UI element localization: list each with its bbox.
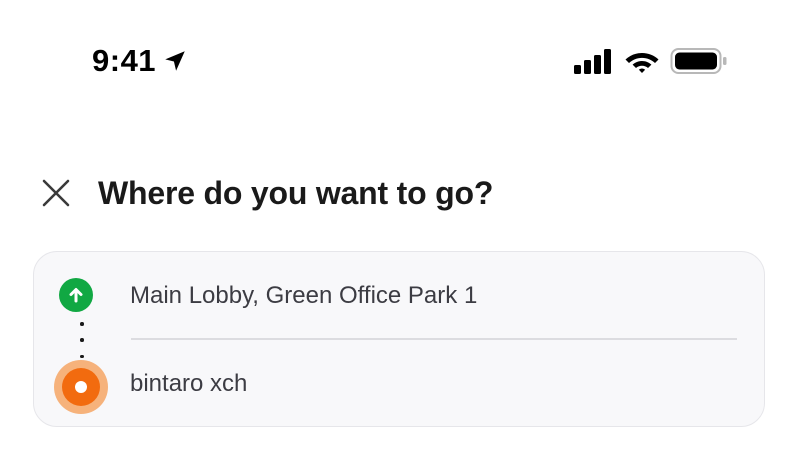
destination-field[interactable]: bintaro xch: [34, 340, 764, 428]
ride-search-screen: 9:41 Where do you want to go? Main Lobby…: [0, 0, 800, 450]
route-card: Main Lobby, Green Office Park 1 bintaro …: [33, 251, 765, 427]
close-icon: [42, 179, 70, 207]
close-button[interactable]: [38, 175, 74, 211]
location-arrow-icon: [162, 48, 188, 74]
origin-label: Main Lobby, Green Office Park 1: [130, 282, 478, 309]
status-time: 9:41: [92, 43, 157, 78]
cellular-signal-icon: [574, 48, 614, 74]
wifi-icon: [624, 47, 660, 75]
battery-icon: [670, 47, 728, 75]
status-indicators: [574, 46, 728, 76]
destination-label: bintaro xch: [130, 370, 248, 397]
origin-field[interactable]: Main Lobby, Green Office Park 1: [34, 252, 764, 340]
status-bar: 9:41: [0, 0, 800, 120]
status-time-group: 9:41: [92, 42, 188, 80]
header: Where do you want to go?: [38, 168, 493, 218]
page-title: Where do you want to go?: [98, 174, 494, 211]
